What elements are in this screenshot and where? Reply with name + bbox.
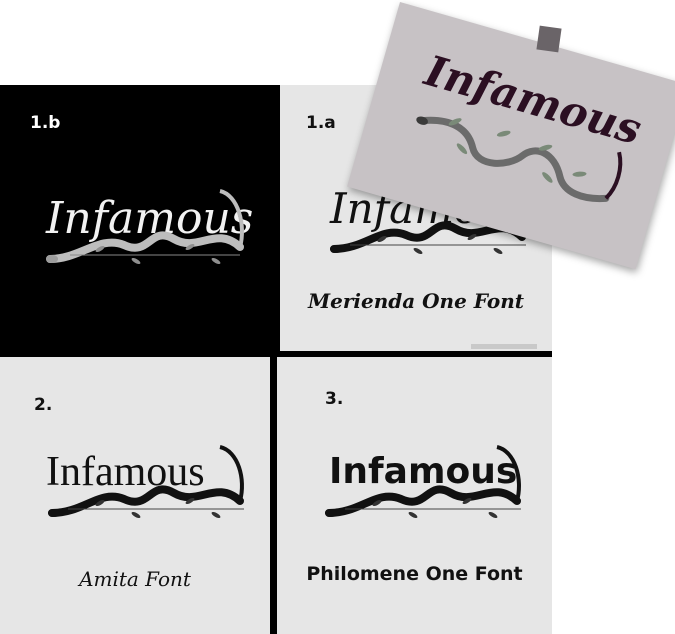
panel-1b: 1.b Infamous xyxy=(0,85,276,355)
logo-wordmark: Infamous xyxy=(329,451,517,492)
panel-number: 2. xyxy=(34,395,53,415)
font-caption: Amita Font xyxy=(79,567,191,591)
logo-wordmark: Infamous xyxy=(46,449,205,495)
smudge xyxy=(471,344,537,349)
panel-number: 1.a xyxy=(306,113,336,133)
logo-snake-icon: Infamous xyxy=(416,46,647,203)
logo-snake-icon: Infamous xyxy=(45,189,253,265)
font-caption: Philomene One Font xyxy=(306,563,523,585)
logo-snake-icon: Infamous xyxy=(325,445,521,519)
panel-number: 1.b xyxy=(30,113,61,133)
panel-number: 3. xyxy=(325,389,344,409)
divider xyxy=(270,351,277,634)
logo-wordmark: Infamous xyxy=(419,46,647,155)
tape-strip xyxy=(536,25,562,53)
panel-3: 3. Infamous Philomene One Font xyxy=(277,357,552,634)
font-caption: Merienda One Font xyxy=(307,289,525,313)
panel-2: 2. Infamous Amita Font xyxy=(0,357,270,634)
logo-snake-icon: Infamous xyxy=(46,445,244,519)
